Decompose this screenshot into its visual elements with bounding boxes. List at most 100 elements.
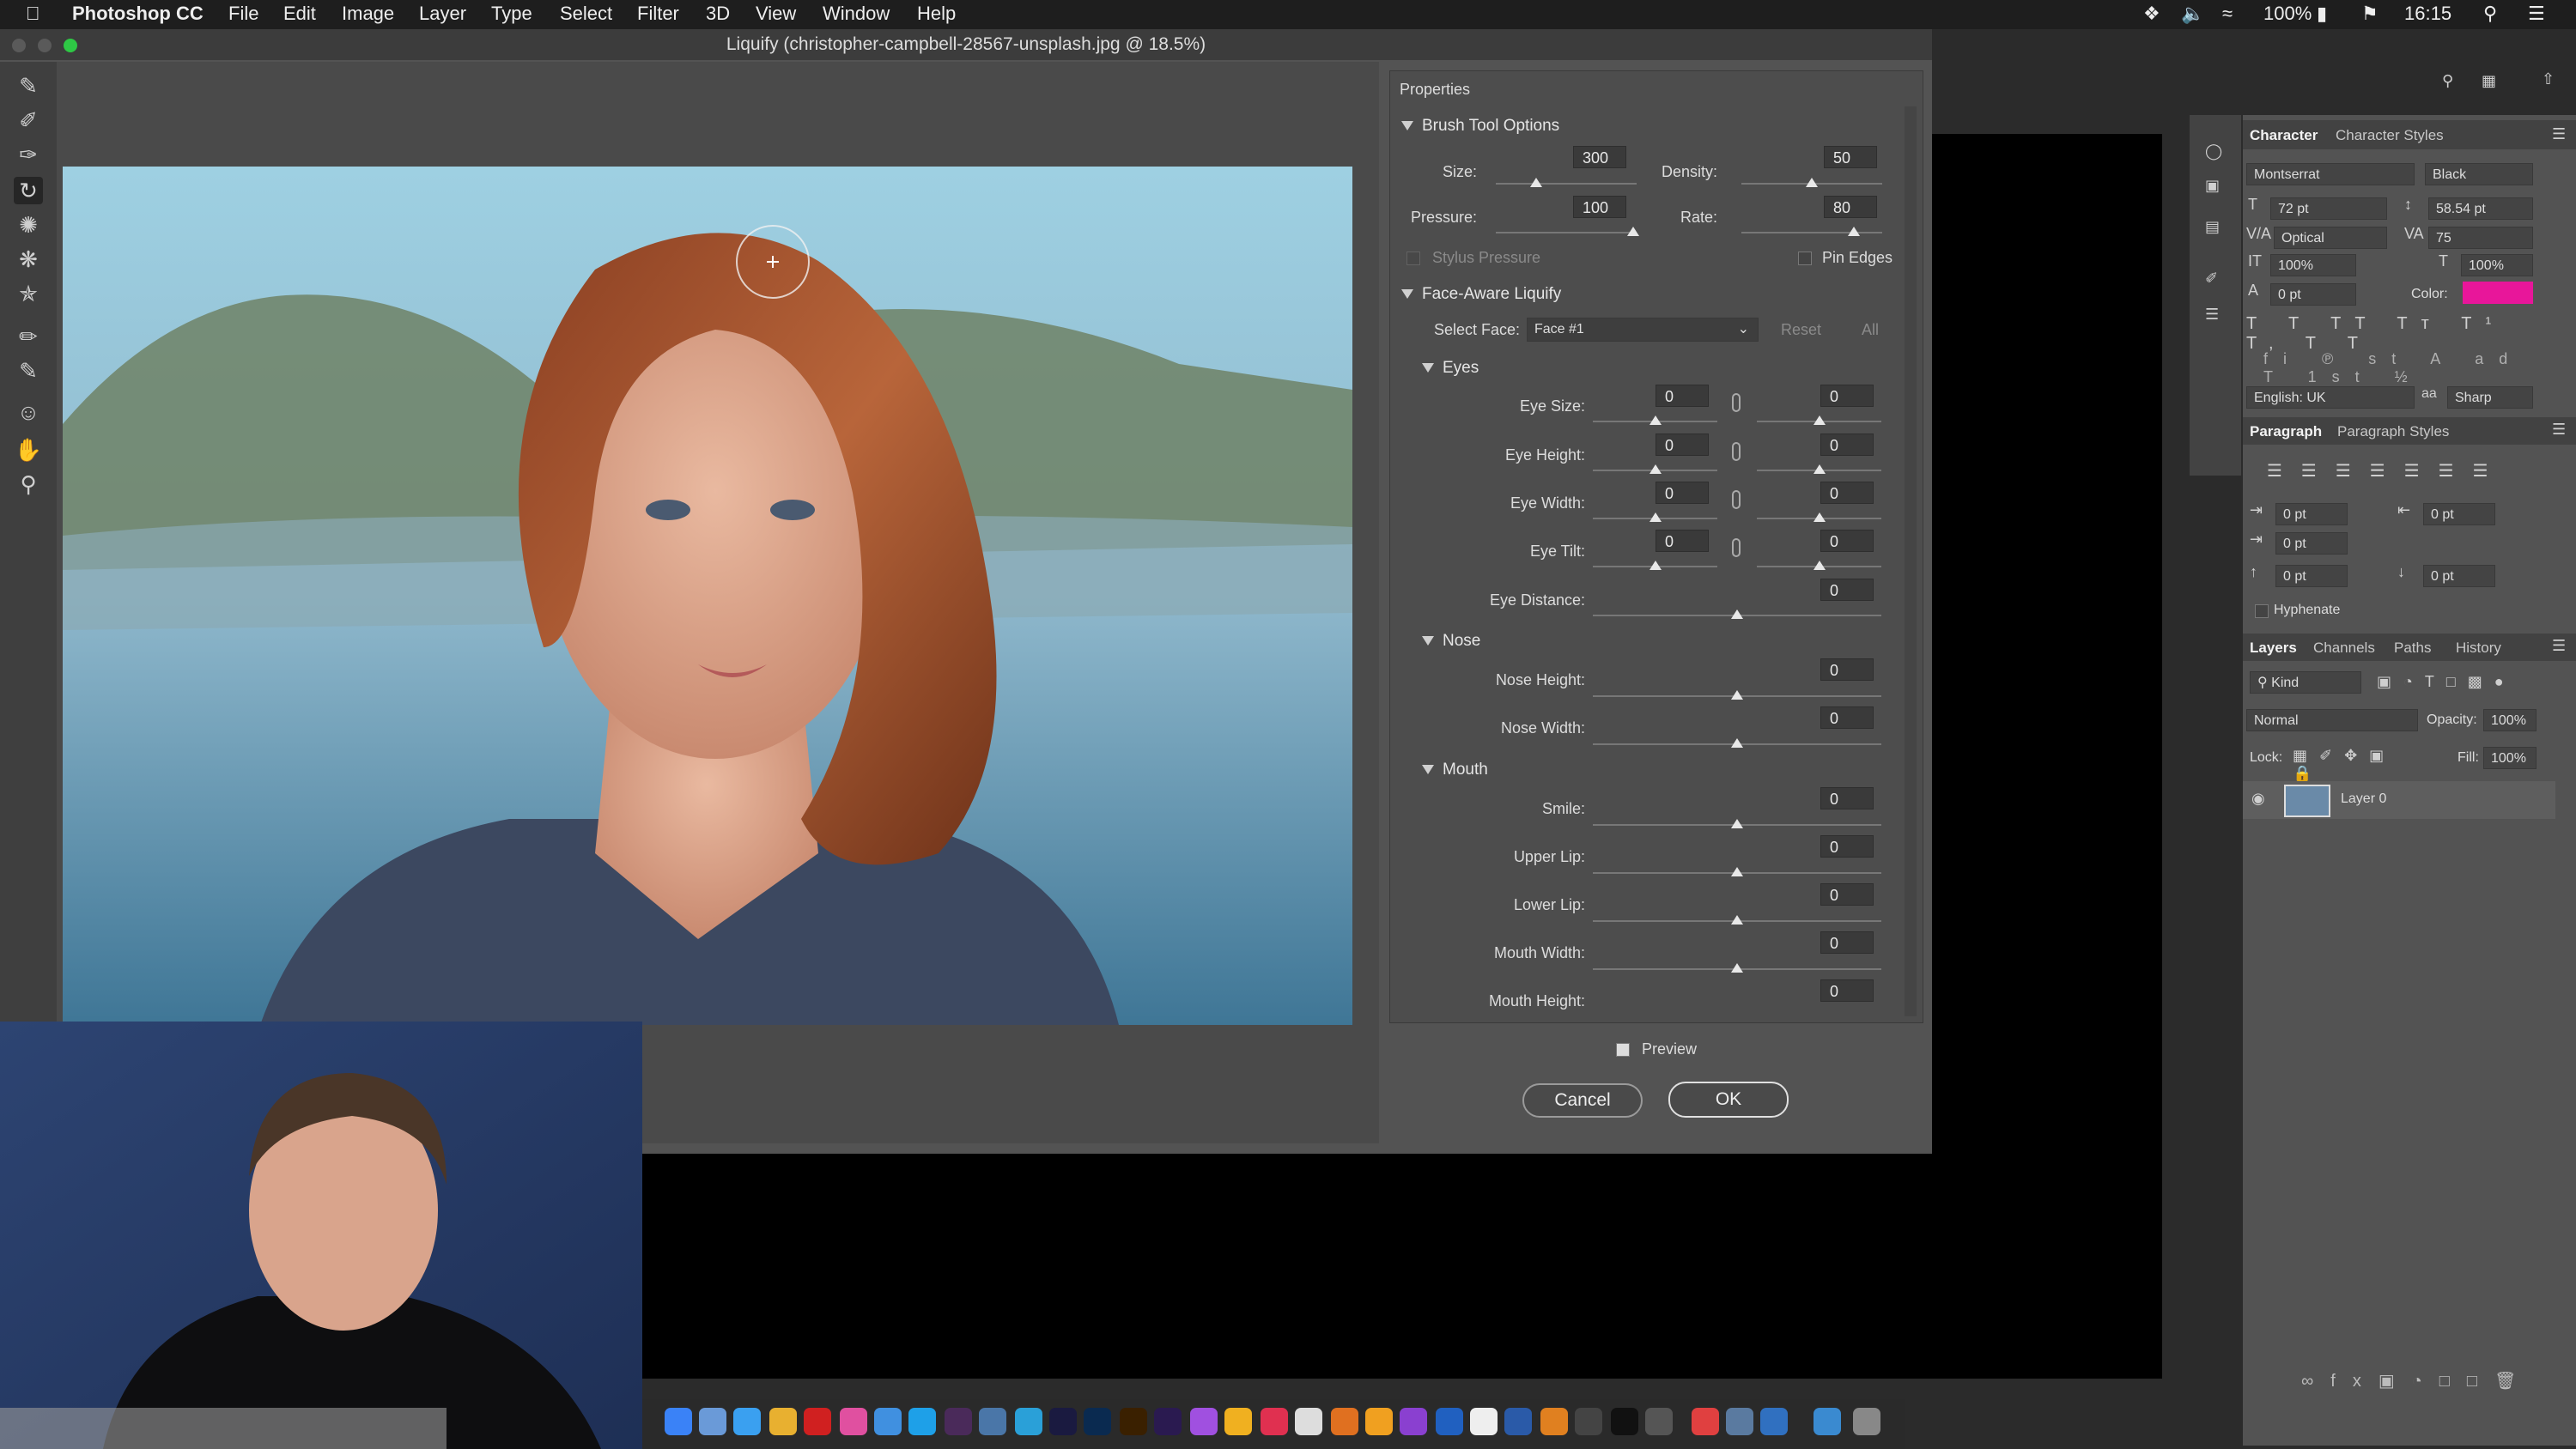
slack-icon[interactable] xyxy=(945,1408,972,1435)
font-size-field[interactable]: 72 pt xyxy=(2270,197,2387,220)
trello-icon[interactable] xyxy=(1436,1408,1463,1435)
skype-icon[interactable] xyxy=(908,1408,936,1435)
link-icon[interactable] xyxy=(1732,538,1741,557)
eye-size-left-thumb[interactable] xyxy=(1649,415,1662,425)
reset-button[interactable]: Reset xyxy=(1781,321,1821,339)
tab-paragraph-styles[interactable]: Paragraph Styles xyxy=(2337,423,2449,440)
app-icon[interactable] xyxy=(1726,1408,1753,1435)
thaw-mask-tool-icon[interactable]: ✎ xyxy=(14,357,43,385)
rate-slider-thumb[interactable] xyxy=(1848,227,1860,236)
app-menu[interactable]: Photoshop CC xyxy=(72,3,204,25)
mouth-width-input[interactable]: 0 xyxy=(1820,931,1874,954)
zoom-button[interactable] xyxy=(64,39,77,52)
share-icon[interactable]: ⇧ xyxy=(2542,70,2555,88)
lower-lip-input[interactable]: 0 xyxy=(1820,883,1874,906)
ok-button[interactable]: OK xyxy=(1668,1082,1789,1118)
forward-warp-tool-icon[interactable]: ✎ xyxy=(14,72,43,100)
upper-lip-thumb[interactable] xyxy=(1731,867,1743,876)
face-aware-header[interactable]: Face-Aware Liquify xyxy=(1401,285,1561,304)
horizontal-scale-field[interactable]: 100% xyxy=(2461,254,2533,276)
tab-character-styles[interactable]: Character Styles xyxy=(2336,127,2444,144)
hand-tool-icon[interactable]: ✋ xyxy=(14,436,43,464)
nose-width-thumb[interactable] xyxy=(1731,738,1743,748)
photoshop-icon[interactable] xyxy=(1084,1408,1111,1435)
bloat-tool-icon[interactable]: ❋ xyxy=(14,246,43,273)
fill-field[interactable]: 100% xyxy=(2483,747,2537,769)
menu-edit[interactable]: Edit xyxy=(283,3,316,25)
illustrator-icon[interactable] xyxy=(1120,1408,1147,1435)
eye-height-right-thumb[interactable] xyxy=(1814,464,1826,474)
menu-help[interactable]: Help xyxy=(917,3,956,25)
indent-first-field[interactable]: 0 pt xyxy=(2275,532,2348,555)
eye-height-left-thumb[interactable] xyxy=(1649,464,1662,474)
link-icon[interactable] xyxy=(1732,490,1741,509)
after-effects-icon[interactable] xyxy=(1154,1408,1182,1435)
twirl-tool-icon[interactable]: ↻ xyxy=(14,177,43,204)
launchpad-icon[interactable] xyxy=(699,1408,726,1435)
menu-view[interactable]: View xyxy=(756,3,796,25)
itunes-icon[interactable] xyxy=(840,1408,867,1435)
push-left-tool-icon[interactable]: ✯ xyxy=(14,280,43,307)
font-family-dropdown[interactable]: Montserrat xyxy=(2246,163,2415,185)
menu-window[interactable]: Window xyxy=(823,3,890,25)
menu-type[interactable]: Type xyxy=(491,3,532,25)
downloads-icon[interactable] xyxy=(1814,1408,1841,1435)
mouth-height-input[interactable]: 0 xyxy=(1820,979,1874,1002)
eye-size-right-thumb[interactable] xyxy=(1814,415,1826,425)
pucker-tool-icon[interactable]: ✺ xyxy=(14,211,43,239)
photo-preview[interactable] xyxy=(63,167,1352,1025)
stylus-pressure-checkbox[interactable] xyxy=(1406,252,1420,265)
tab-channels[interactable]: Channels xyxy=(2313,640,2375,657)
app-icon[interactable] xyxy=(1295,1408,1322,1435)
leading-field[interactable]: 58.54 pt xyxy=(2428,197,2533,220)
telegram-icon[interactable] xyxy=(1015,1408,1042,1435)
app-icon[interactable] xyxy=(1365,1408,1393,1435)
menu-select[interactable]: Select xyxy=(560,3,612,25)
pressure-slider-thumb[interactable] xyxy=(1627,227,1639,236)
type-style-buttons[interactable]: T T TT Tт T¹ T, T T xyxy=(2246,314,2538,353)
eye-width-right-input[interactable]: 0 xyxy=(1820,482,1874,504)
kerning-field[interactable]: Optical xyxy=(2274,227,2387,249)
finder-icon[interactable] xyxy=(665,1408,692,1435)
rate-input[interactable]: 80 xyxy=(1824,196,1877,218)
tab-layers[interactable]: Layers xyxy=(2250,640,2297,657)
eye-tilt-right-thumb[interactable] xyxy=(1814,561,1826,570)
indent-right-field[interactable]: 0 pt xyxy=(2423,503,2495,525)
eye-size-right-input[interactable]: 0 xyxy=(1820,385,1874,407)
menu-filter[interactable]: Filter xyxy=(637,3,679,25)
word-icon[interactable] xyxy=(1504,1408,1532,1435)
menu-image[interactable]: Image xyxy=(342,3,394,25)
density-slider-thumb[interactable] xyxy=(1806,178,1818,187)
pressure-slider[interactable] xyxy=(1496,232,1637,233)
notification-icon[interactable]: ☰ xyxy=(2528,3,2545,25)
link-icon[interactable] xyxy=(1732,442,1741,461)
anti-alias-dropdown[interactable]: Sharp xyxy=(2447,386,2533,409)
battery-icon[interactable]: ▮ xyxy=(2317,3,2327,25)
safari-icon[interactable] xyxy=(733,1408,761,1435)
lock-buttons[interactable]: ▦✐✥▣🔒 xyxy=(2293,747,2421,782)
chrome-icon[interactable] xyxy=(769,1408,797,1435)
panel-menu-icon[interactable]: ☰ xyxy=(2552,125,2566,143)
sliders-icon[interactable]: ☰ xyxy=(2205,306,2219,324)
rate-slider[interactable] xyxy=(1741,232,1882,233)
indent-left-field[interactable]: 0 pt xyxy=(2275,503,2348,525)
trash-icon[interactable] xyxy=(1853,1408,1880,1435)
size-input[interactable]: 300 xyxy=(1573,146,1626,168)
opentype-buttons[interactable]: fi ℗ st A ad T 1st ½ xyxy=(2263,350,2538,385)
wifi-icon[interactable]: ≈ xyxy=(2222,3,2233,25)
language-dropdown[interactable]: English: UK xyxy=(2246,386,2415,409)
density-input[interactable]: 50 xyxy=(1824,146,1877,168)
menu-file[interactable]: File xyxy=(228,3,258,25)
menu-layer[interactable]: Layer xyxy=(419,3,466,25)
eye-icon[interactable]: ◉ xyxy=(2251,790,2265,808)
nose-header[interactable]: Nose xyxy=(1422,632,1480,651)
brush-settings-icon[interactable]: ✐ xyxy=(2205,270,2218,288)
upper-lip-input[interactable]: 0 xyxy=(1820,835,1874,858)
smile-thumb[interactable] xyxy=(1731,819,1743,828)
freeze-mask-tool-icon[interactable]: ✏ xyxy=(14,323,43,350)
blend-mode-dropdown[interactable]: Normal xyxy=(2246,709,2418,731)
eye-size-left-input[interactable]: 0 xyxy=(1656,385,1709,407)
reconstruct-tool-icon[interactable]: ✐ xyxy=(14,106,43,134)
panel-menu-icon[interactable]: ☰ xyxy=(2552,421,2566,439)
libraries-icon[interactable]: ◯ xyxy=(2205,142,2222,161)
